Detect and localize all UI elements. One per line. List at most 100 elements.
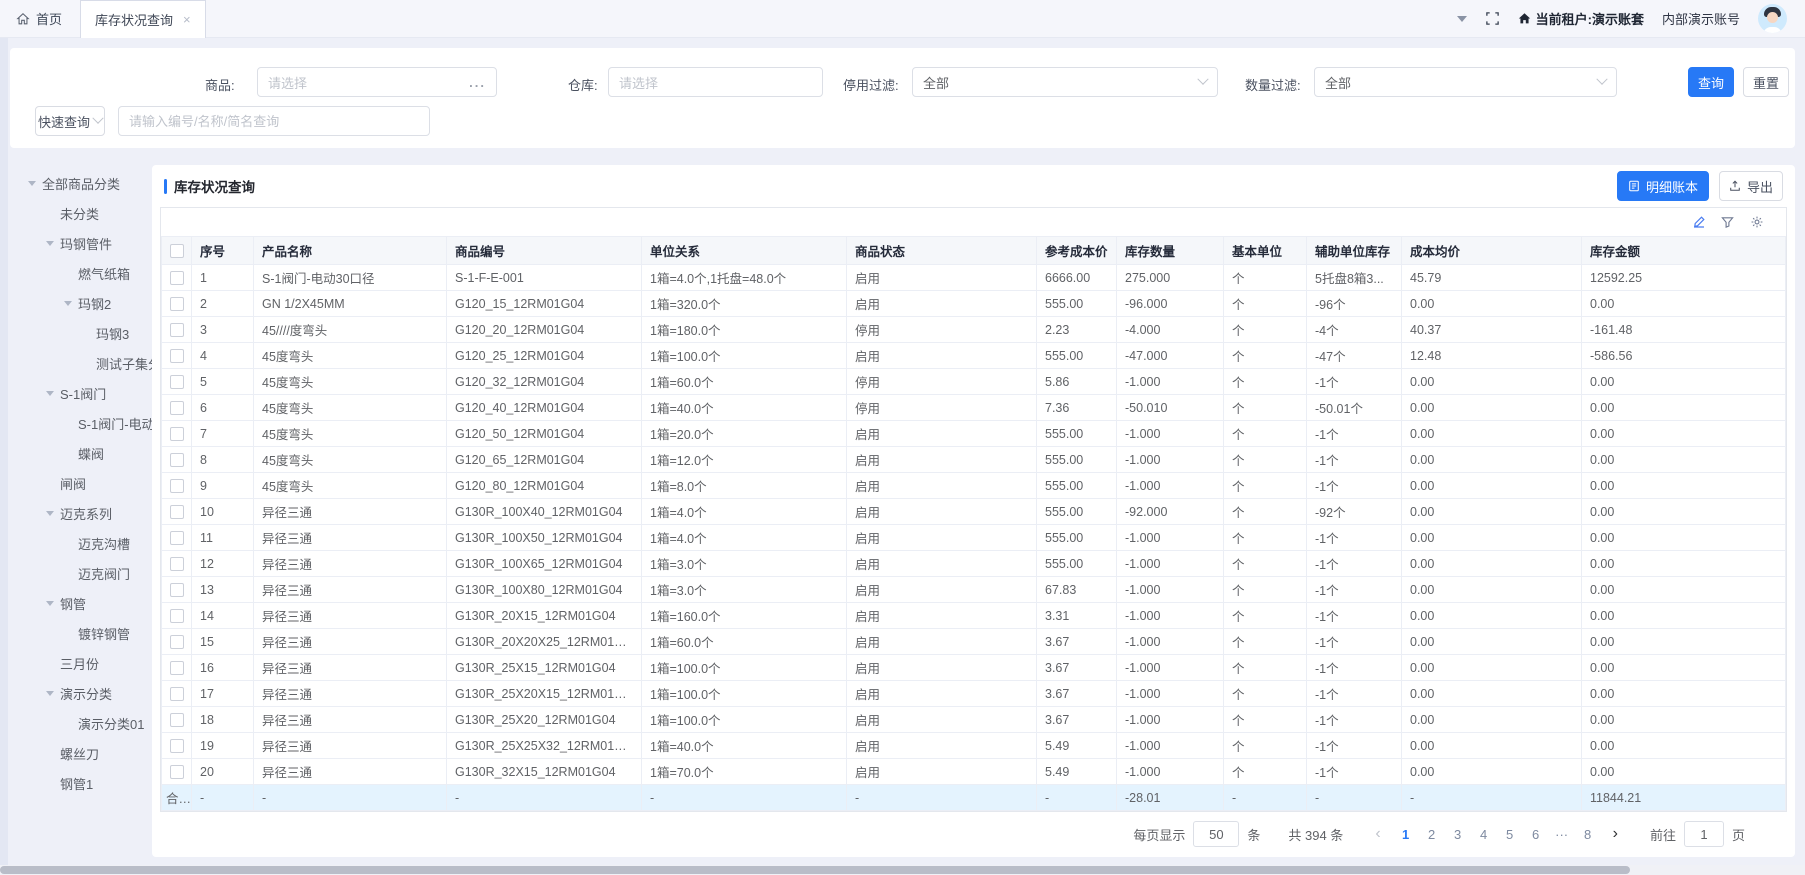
reset-button[interactable]: 重置 — [1743, 67, 1789, 97]
tree-node[interactable]: 钢管1 — [10, 768, 152, 798]
table-row[interactable]: 13异径三通G130R_100X80_12RM01G041箱=3.0个启用67.… — [162, 577, 1786, 603]
table-row[interactable]: 445度弯头G120_25_12RM01G041箱=100.0个启用555.00… — [162, 343, 1786, 369]
tree-node[interactable]: 蝶阀 — [10, 438, 152, 468]
tree-expand-caret-icon[interactable] — [64, 301, 72, 306]
tenant-indicator[interactable]: 当前租户:演示账套 — [1518, 9, 1644, 28]
tree-node[interactable]: 钢管 — [10, 588, 152, 618]
page-number[interactable]: 3 — [1445, 827, 1471, 842]
table-row[interactable]: 2GN 1/2X45MMG120_15_12RM01G041箱=320.0个启用… — [162, 291, 1786, 317]
query-button[interactable]: 查询 — [1688, 67, 1734, 97]
row-checkbox[interactable] — [170, 453, 184, 467]
tree-expand-caret-icon[interactable] — [28, 181, 36, 186]
user-avatar[interactable] — [1758, 4, 1787, 33]
row-checkbox[interactable] — [170, 271, 184, 285]
tree-node[interactable]: 迈克系列 — [10, 498, 152, 528]
quick-query-input[interactable] — [129, 114, 419, 129]
home-nav[interactable]: 首页 — [0, 9, 80, 28]
prev-page-icon[interactable]: ‹ — [1371, 825, 1384, 843]
table-row[interactable]: 18异径三通G130R_25X20_12RM01G041箱=100.0个启用3.… — [162, 707, 1786, 733]
table-row[interactable]: 645度弯头G120_40_12RM01G041箱=40.0个停用7.36-50… — [162, 395, 1786, 421]
table-row[interactable]: 10异径三通G130R_100X40_12RM01G041箱=4.0个启用555… — [162, 499, 1786, 525]
page-number[interactable]: 6 — [1523, 827, 1549, 842]
table-row[interactable]: 745度弯头G120_50_12RM01G041箱=20.0个启用555.00-… — [162, 421, 1786, 447]
page-number[interactable]: 8 — [1575, 827, 1601, 842]
tree-expand-caret-icon[interactable] — [46, 601, 54, 606]
warehouse-select[interactable]: 请选择 — [608, 67, 823, 97]
account-name[interactable]: 内部演示账号 — [1662, 9, 1740, 28]
horizontal-scrollbar-track[interactable] — [0, 865, 1805, 875]
table-row[interactable]: 945度弯头G120_80_12RM01G041箱=8.0个启用555.00-1… — [162, 473, 1786, 499]
tree-node[interactable]: 闸阀 — [10, 468, 152, 498]
row-checkbox[interactable] — [170, 505, 184, 519]
row-checkbox[interactable] — [170, 609, 184, 623]
row-checkbox[interactable] — [170, 349, 184, 363]
select-all-checkbox[interactable] — [170, 244, 184, 258]
row-checkbox[interactable] — [170, 713, 184, 727]
table-row[interactable]: 545度弯头G120_32_12RM01G041箱=60.0个停用5.86-1.… — [162, 369, 1786, 395]
tree-node[interactable]: 迈克沟槽 — [10, 528, 152, 558]
page-ellipsis[interactable]: ··· — [1549, 827, 1575, 842]
row-checkbox[interactable] — [170, 323, 184, 337]
tree-expand-caret-icon[interactable] — [46, 241, 54, 246]
next-page-icon[interactable]: › — [1609, 825, 1622, 843]
row-checkbox[interactable] — [170, 427, 184, 441]
tree-node[interactable]: 未分类 — [10, 198, 152, 228]
edit-columns-icon[interactable] — [1691, 215, 1706, 230]
product-select[interactable]: 请选择 ... — [257, 67, 497, 97]
settings-gear-icon[interactable] — [1749, 215, 1764, 230]
row-checkbox[interactable] — [170, 531, 184, 545]
tree-node[interactable]: 演示分类01 — [10, 708, 152, 738]
fullscreen-icon[interactable] — [1485, 11, 1500, 26]
tree-node[interactable]: 燃气纸箱 — [10, 258, 152, 288]
per-page-input[interactable] — [1193, 821, 1239, 847]
disabled-filter-select[interactable]: 全部 — [912, 67, 1218, 97]
tree-expand-caret-icon[interactable] — [46, 511, 54, 516]
page-number[interactable]: 1 — [1393, 827, 1419, 842]
row-checkbox[interactable] — [170, 583, 184, 597]
tree-node[interactable]: 全部商品分类 — [10, 168, 152, 198]
tree-node[interactable]: S-1阀门 — [10, 378, 152, 408]
product-more-icon[interactable]: ... — [469, 75, 486, 90]
detail-ledger-button[interactable]: 明细账本 — [1617, 171, 1709, 201]
table-row[interactable]: 12异径三通G130R_100X65_12RM01G041箱=3.0个启用555… — [162, 551, 1786, 577]
tree-node[interactable]: 玛钢管件 — [10, 228, 152, 258]
page-number[interactable]: 2 — [1419, 827, 1445, 842]
table-row[interactable]: 16异径三通G130R_25X15_12RM01G041箱=100.0个启用3.… — [162, 655, 1786, 681]
row-checkbox[interactable] — [170, 401, 184, 415]
row-checkbox[interactable] — [170, 635, 184, 649]
tree-node[interactable]: 螺丝刀 — [10, 738, 152, 768]
table-row[interactable]: 345////度弯头G120_20_12RM01G041箱=180.0个停用2.… — [162, 317, 1786, 343]
goto-page-input[interactable] — [1684, 821, 1724, 847]
table-row[interactable]: 11异径三通G130R_100X50_12RM01G041箱=4.0个启用555… — [162, 525, 1786, 551]
row-checkbox[interactable] — [170, 739, 184, 753]
quantity-filter-select[interactable]: 全部 — [1314, 67, 1617, 97]
chevron-down-icon[interactable] — [1457, 16, 1467, 22]
tree-node[interactable]: S-1阀门-电动 — [10, 408, 152, 438]
table-row[interactable]: 15异径三通G130R_20X20X25_12RM01G041箱=60.0个启用… — [162, 629, 1786, 655]
tree-node[interactable]: 演示分类 — [10, 678, 152, 708]
row-checkbox[interactable] — [170, 765, 184, 779]
tree-node[interactable]: 迈克阀门 — [10, 558, 152, 588]
horizontal-scrollbar-thumb[interactable] — [0, 866, 1630, 874]
table-row[interactable]: 17异径三通G130R_25X20X15_12RM01G041箱=100.0个启… — [162, 681, 1786, 707]
tree-expand-caret-icon[interactable] — [46, 691, 54, 696]
tree-node[interactable]: 三月份 — [10, 648, 152, 678]
row-checkbox[interactable] — [170, 375, 184, 389]
tree-node[interactable]: 玛钢2 — [10, 288, 152, 318]
page-number[interactable]: 4 — [1471, 827, 1497, 842]
tree-node[interactable]: 测试子集分类 — [10, 348, 152, 378]
row-checkbox[interactable] — [170, 661, 184, 675]
tree-node[interactable]: 玛钢3 — [10, 318, 152, 348]
table-row[interactable]: 1S-1阀门-电动30口径S-1-F-E-0011箱=4.0个,1托盘=48.0… — [162, 265, 1786, 291]
row-checkbox[interactable] — [170, 479, 184, 493]
row-checkbox[interactable] — [170, 687, 184, 701]
row-checkbox[interactable] — [170, 297, 184, 311]
tab-close-icon[interactable]: × — [183, 12, 191, 27]
table-row[interactable]: 19异径三通G130R_25X25X32_12RM01G041箱=40.0个启用… — [162, 733, 1786, 759]
page-number[interactable]: 5 — [1497, 827, 1523, 842]
tree-expand-caret-icon[interactable] — [46, 391, 54, 396]
tree-node[interactable]: 镀锌钢管 — [10, 618, 152, 648]
row-checkbox[interactable] — [170, 557, 184, 571]
quick-query-button[interactable]: 快速查询 — [35, 106, 105, 136]
tab-inventory-status[interactable]: 库存状况查询 × — [80, 0, 206, 38]
